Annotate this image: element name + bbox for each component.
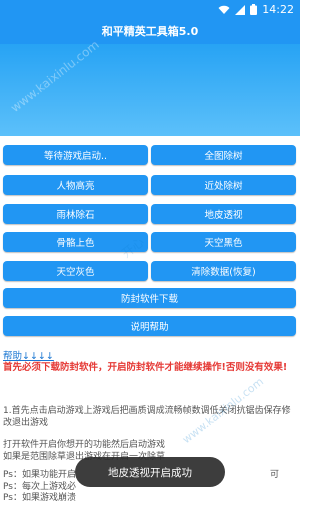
toast-message: 地皮透视开启成功: [75, 457, 225, 487]
status-icons: 14:22: [218, 3, 294, 16]
status-bar: 14:22: [0, 0, 300, 22]
remove-near-trees-button[interactable]: 近处除树: [151, 175, 296, 195]
app-bar: 和平精英工具箱5.0: [0, 22, 300, 44]
hero-banner: www.kaixinlu.com: [0, 37, 300, 136]
app-title: 和平精英工具箱5.0: [101, 25, 199, 38]
help-button[interactable]: 说明帮助: [3, 316, 296, 336]
remove-rainforest-rocks-button[interactable]: 雨林除石: [3, 204, 148, 224]
signal-icon: [235, 4, 246, 15]
start-game-button[interactable]: 等待游戏启动..: [3, 145, 148, 165]
instruction-text-tail: 可: [269, 470, 279, 480]
anti-ban-download-button[interactable]: 防封软件下载: [3, 288, 296, 308]
watermark-text: www.kaixinlu.com: [8, 37, 102, 116]
status-time: 14:22: [262, 3, 294, 16]
instruction-line: 打开软件开启你想开的功能然后启动游戏: [3, 440, 166, 450]
black-sky-button[interactable]: 天空黑色: [151, 232, 296, 252]
ground-xray-button[interactable]: 地皮透视: [151, 204, 296, 224]
wifi-icon: [218, 5, 230, 14]
instruction-text: Ps：如果功能开启: [3, 470, 76, 480]
remove-all-trees-button[interactable]: 全图除树: [151, 145, 296, 165]
warning-text: 首先必须下载防封软件，开启防封软件才能继续操作!否则没有效果!: [3, 362, 288, 373]
battery-icon: [250, 4, 258, 15]
instruction-paragraph-1: 1.首先点击启动游戏上游戏后把画质调成流畅帧数调低关闭抗锯齿保存修改退出游戏: [3, 406, 291, 428]
help-link[interactable]: 帮助↓↓↓↓: [3, 348, 54, 362]
instruction-line: Ps：如果游戏崩溃: [3, 493, 76, 503]
gray-sky-button[interactable]: 天空灰色: [3, 261, 148, 281]
character-highlight-button[interactable]: 人物高亮: [3, 175, 148, 195]
clear-data-button[interactable]: 清除数据(恢复): [151, 261, 296, 281]
